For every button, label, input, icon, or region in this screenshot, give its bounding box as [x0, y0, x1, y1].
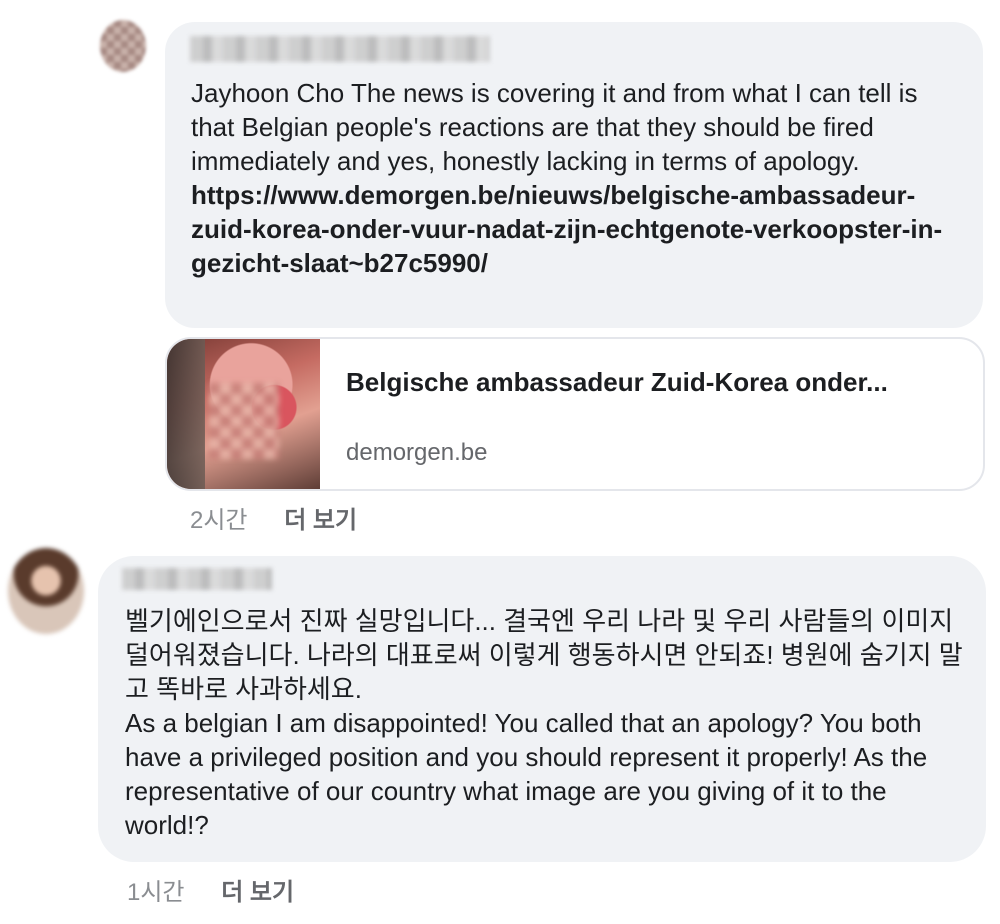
comment-meta: 1시간 더 보기	[127, 872, 294, 907]
see-more-button[interactable]: 더 보기	[221, 872, 294, 907]
comment-time[interactable]: 1시간	[127, 872, 185, 907]
comment-bubble: 벨기에인으로서 진짜 실망입니다... 결국엔 우리 나라 및 우리 사람들의 …	[98, 556, 986, 862]
comment-2: 벨기에인으로서 진짜 실망입니다... 결국엔 우리 나라 및 우리 사람들의 …	[0, 0, 1000, 924]
avatar[interactable]	[8, 548, 84, 634]
comment-text: 벨기에인으로서 진짜 실망입니다... 결국엔 우리 나라 및 우리 사람들의 …	[125, 606, 963, 840]
commenter-name-redacted	[122, 568, 272, 590]
